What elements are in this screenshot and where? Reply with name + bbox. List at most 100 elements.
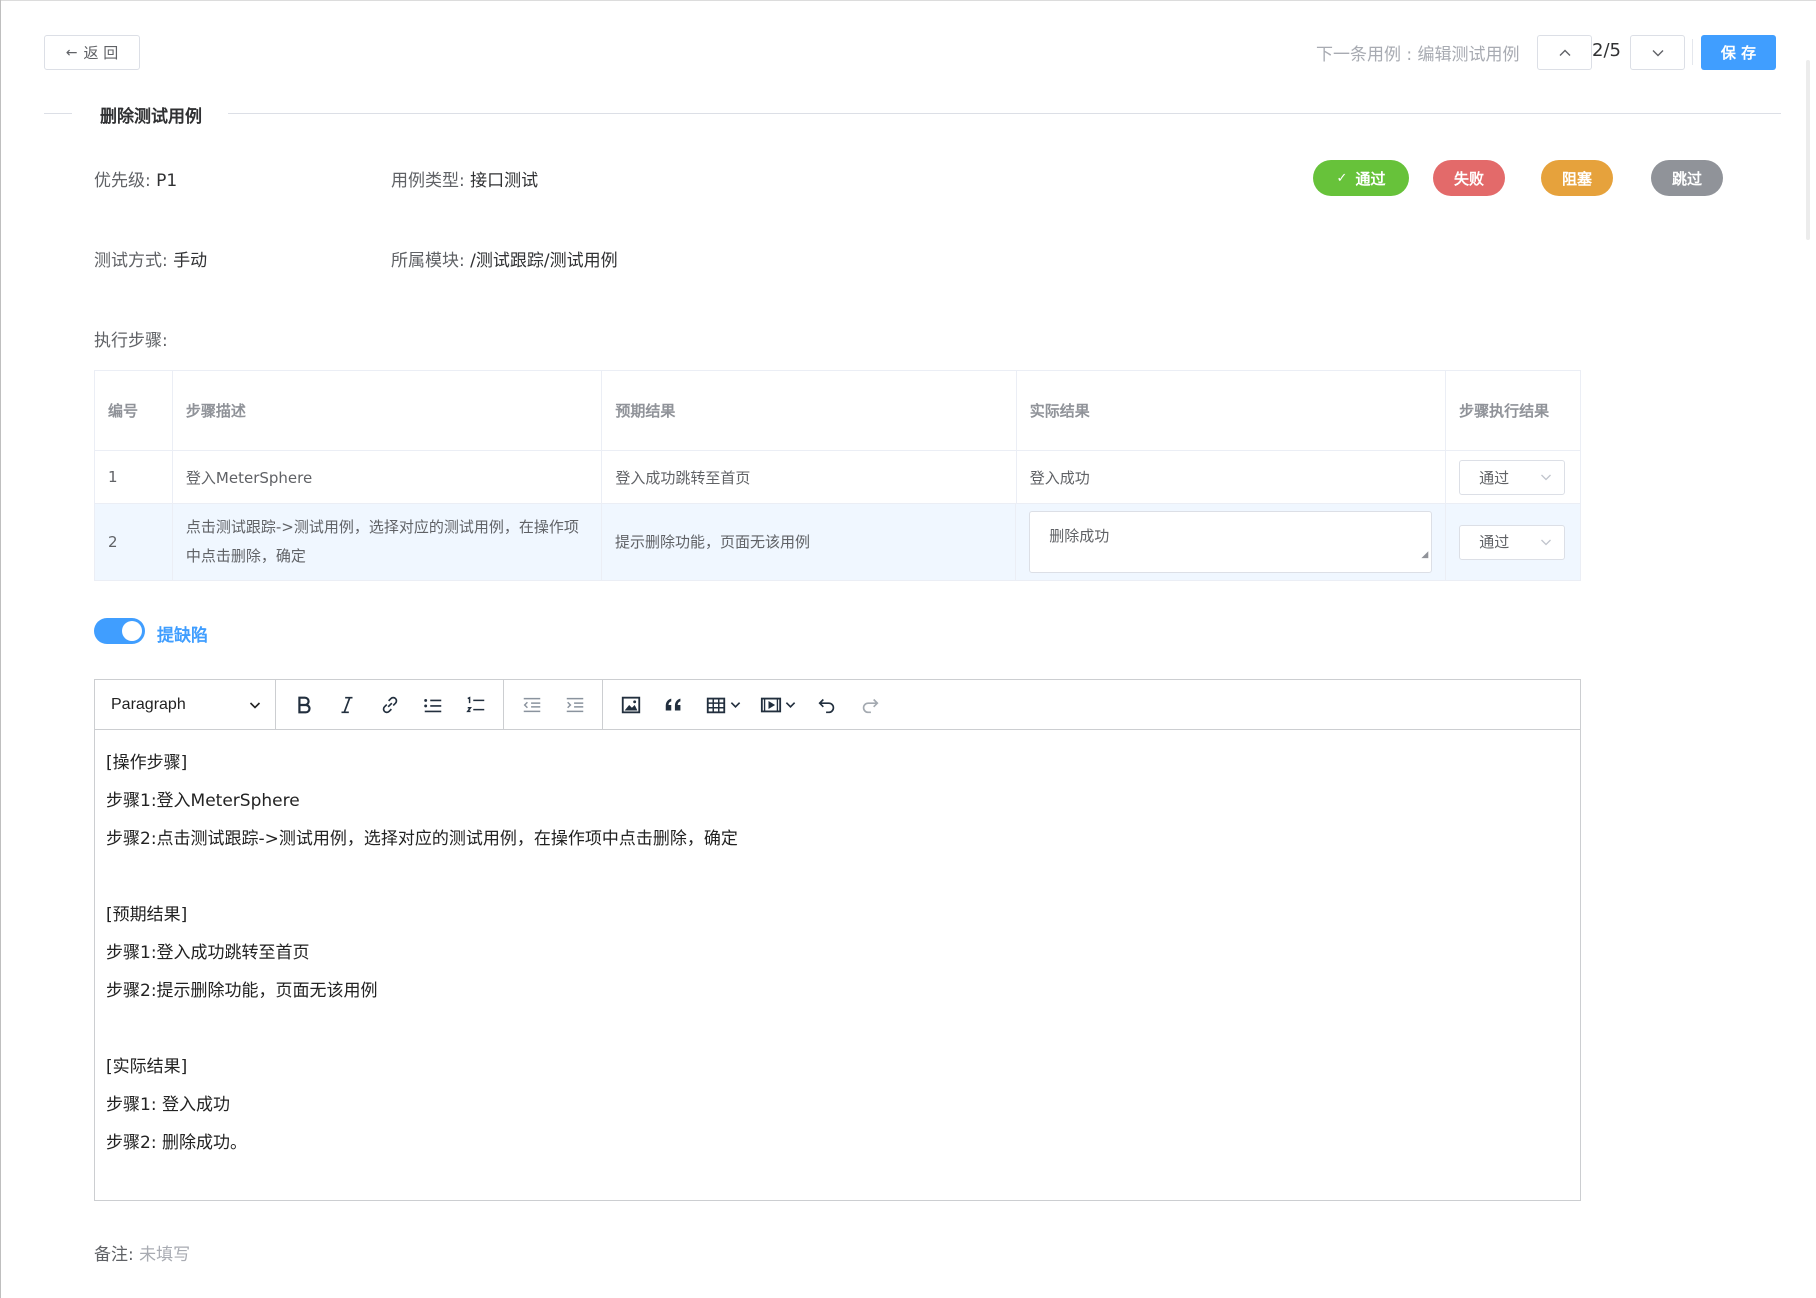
bold-icon <box>297 696 311 713</box>
module-label: 所属模块: <box>391 251 465 271</box>
media-icon <box>760 697 781 712</box>
numbered-list-icon <box>465 695 484 712</box>
editor-toolbar: Paragraph <box>95 679 1580 730</box>
indent-icon <box>566 697 583 712</box>
actual-result-textarea[interactable]: 删除成功 ◢ <box>1029 511 1433 573</box>
fail-button[interactable]: 失败 <box>1433 160 1505 196</box>
outdent-icon <box>523 697 540 712</box>
step-actual: 登入成功 <box>1017 451 1447 503</box>
editor-line: [预期结果] <box>106 905 188 925</box>
window-top-border <box>0 0 1816 1</box>
window-left-border <box>0 0 1 1298</box>
back-button[interactable]: ← 返 回 <box>44 35 140 70</box>
indent-group <box>504 679 603 730</box>
title-divider-right <box>228 113 1781 114</box>
step-result-select[interactable]: 通过 <box>1459 524 1566 560</box>
editor-line: 步骤1: 登入成功 <box>106 1095 230 1115</box>
table-header-row: 编号 步骤描述 预期结果 实际结果 步骤执行结果 <box>95 371 1580 451</box>
defect-toggle-label[interactable]: 提缺陷 <box>157 621 208 646</box>
step-result-value: 通过 <box>1479 532 1510 551</box>
table-icon <box>706 697 725 713</box>
increase-indent-button[interactable] <box>553 687 596 723</box>
save-button[interactable]: 保 存 <box>1701 35 1776 70</box>
editor-line: 步骤2: 删除成功。 <box>106 1133 247 1153</box>
notes-field: 备注: 未填写 <box>94 1240 190 1265</box>
blocked-button[interactable]: 阻塞 <box>1541 160 1613 196</box>
step-actual-cell: 删除成功 ◢ <box>1016 504 1447 580</box>
step-result-cell: 通过 <box>1446 504 1580 580</box>
undo-button[interactable] <box>805 687 848 723</box>
toggle-knob <box>122 621 142 641</box>
table-row: 1 登入MeterSphere 登入成功跳转至首页 登入成功 通过 <box>95 451 1580 504</box>
editor-content[interactable]: [操作步骤] 步骤1:登入MeterSphere 步骤2:点击测试跟踪->测试用… <box>95 730 1580 1176</box>
insert-group <box>603 680 897 730</box>
previous-case-button[interactable] <box>1537 35 1592 70</box>
priority-value: P1 <box>156 171 178 191</box>
insert-table-button[interactable] <box>695 687 750 723</box>
steps-label: 执行步骤: <box>94 331 168 351</box>
column-header-expected: 预期结果 <box>602 371 1017 450</box>
insert-image-button[interactable] <box>609 687 652 723</box>
blockquote-button[interactable] <box>652 687 695 723</box>
chevron-down-icon <box>730 702 740 708</box>
column-header-num: 编号 <box>95 371 173 450</box>
bullet-list-button[interactable] <box>411 687 454 723</box>
link-button[interactable] <box>368 687 411 723</box>
decrease-indent-button[interactable] <box>510 687 553 723</box>
column-header-result: 步骤执行结果 <box>1459 402 1550 420</box>
chevron-down-icon <box>785 702 795 708</box>
redo-button[interactable] <box>848 687 891 723</box>
step-result-value: 通过 <box>1479 468 1510 487</box>
case-type-field: 用例类型: 接口测试 <box>391 166 538 191</box>
editor-line: 步骤1:登入MeterSphere <box>106 791 300 811</box>
numbered-list-button[interactable] <box>454 687 497 723</box>
chevron-down-icon <box>1652 49 1663 56</box>
editor-line: 步骤2:提示删除功能，页面无该用例 <box>106 981 378 1001</box>
step-desc: 点击测试跟踪->测试用例，选择对应的测试用例，在操作项中点击删除，确定 <box>173 504 603 580</box>
italic-button[interactable] <box>325 687 368 723</box>
editor-blank-line <box>106 858 1569 896</box>
column-header-actual: 实际结果 <box>1017 371 1447 450</box>
chevron-up-icon <box>1559 49 1570 56</box>
test-method-field: 测试方式: 手动 <box>94 246 207 271</box>
bold-button[interactable] <box>282 687 325 723</box>
block-format-value: Paragraph <box>111 695 186 713</box>
step-desc: 登入MeterSphere <box>173 451 603 503</box>
editor-blank-line <box>106 1010 1569 1048</box>
rich-text-editor: Paragraph [操作步骤] 步骤1:登入MeterSphere 步骤2:点… <box>94 679 1581 1201</box>
page-count: 2/5 <box>1592 40 1621 61</box>
defect-toggle[interactable] <box>94 618 145 644</box>
page-scrollbar[interactable] <box>1806 60 1810 240</box>
format-group <box>276 679 504 730</box>
case-title: 删除测试用例 <box>96 102 206 127</box>
bullet-list-icon <box>423 698 441 712</box>
redo-icon <box>862 698 879 713</box>
module-value: /测试跟踪/测试用例 <box>470 251 618 271</box>
insert-media-button[interactable] <box>750 687 805 723</box>
step-result-cell: 通过 <box>1446 451 1580 503</box>
test-method-value: 手动 <box>173 251 208 271</box>
title-divider-left <box>44 113 72 114</box>
chevron-down-icon <box>1541 539 1552 546</box>
actual-result-text: 删除成功 <box>1049 527 1110 545</box>
next-case-button[interactable] <box>1630 35 1685 70</box>
pass-button-label: 通过 <box>1355 169 1386 188</box>
block-format-select[interactable]: Paragraph <box>95 679 276 730</box>
step-result-select[interactable]: 通过 <box>1459 459 1566 495</box>
italic-icon <box>341 696 352 713</box>
test-method-label: 测试方式: <box>94 251 168 271</box>
module-field: 所属模块: /测试跟踪/测试用例 <box>391 246 618 271</box>
column-header-desc: 步骤描述 <box>173 371 603 450</box>
case-type-value: 接口测试 <box>470 171 539 191</box>
step-expected: 提示删除功能，页面无该用例 <box>602 504 1017 580</box>
table-row: 2 点击测试跟踪->测试用例，选择对应的测试用例，在操作项中点击删除，确定 提示… <box>95 504 1580 580</box>
resize-grip-icon[interactable]: ◢ <box>1421 541 1428 570</box>
skip-button[interactable]: 跳过 <box>1651 160 1723 196</box>
editor-line: [操作步骤] <box>106 753 188 773</box>
notes-label: 备注: <box>94 1245 134 1265</box>
editor-line: [实际结果] <box>106 1057 188 1077</box>
step-num: 2 <box>95 504 173 580</box>
pass-button[interactable]: ✓ 通过 <box>1313 160 1409 196</box>
notes-placeholder[interactable]: 未填写 <box>139 1245 190 1265</box>
header-divider <box>1692 39 1693 65</box>
